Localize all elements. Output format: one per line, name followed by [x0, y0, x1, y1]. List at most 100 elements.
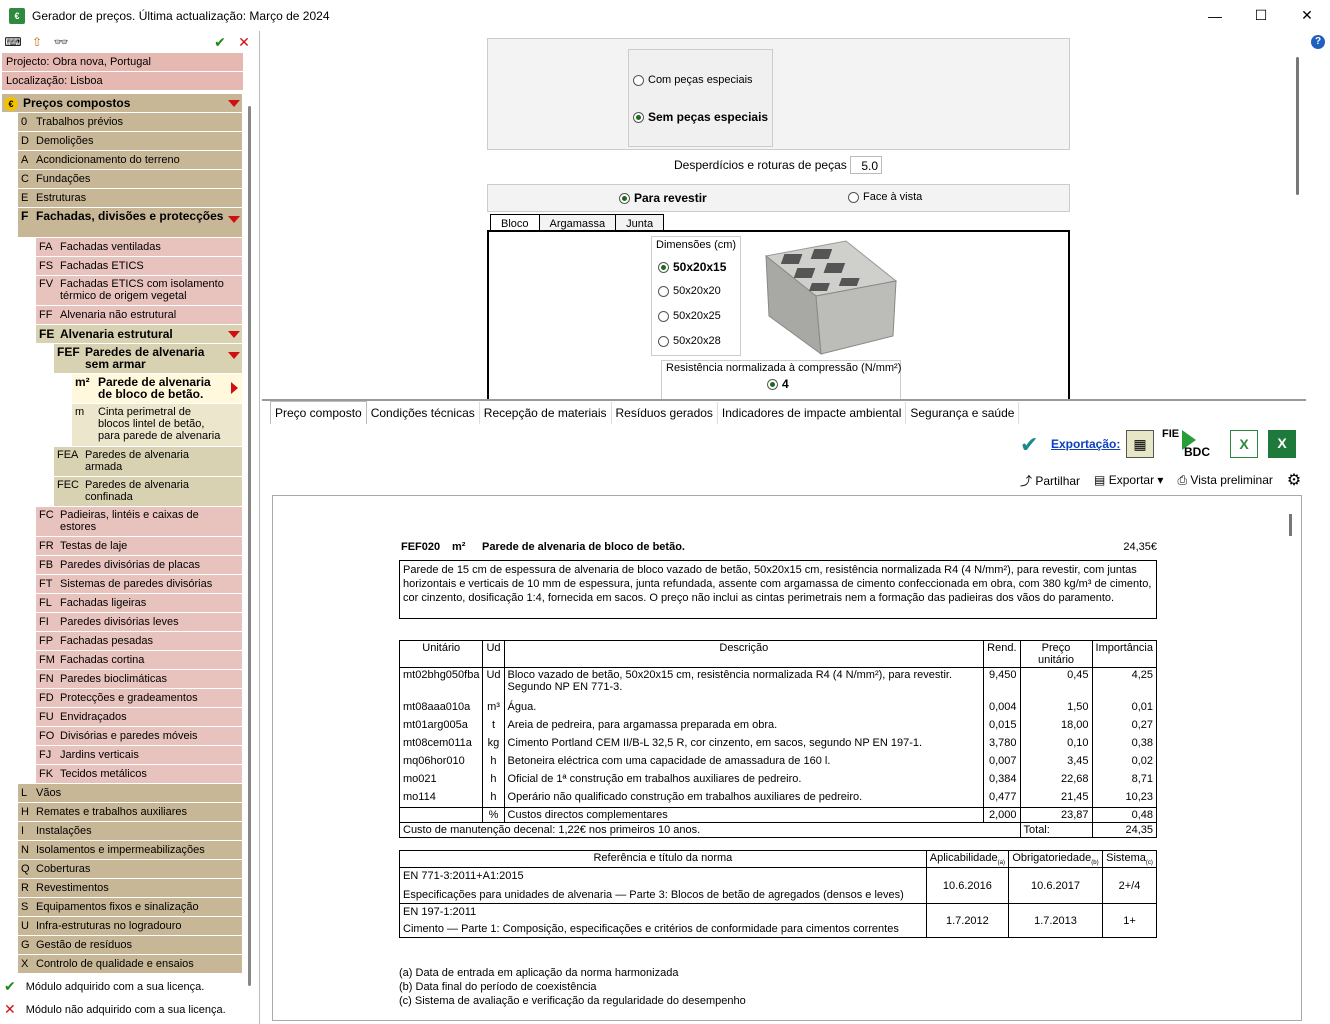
export-button[interactable]: ▤ Exportar ▾ — [1094, 473, 1163, 487]
tree-label: Coberturas — [36, 863, 91, 875]
tree-label: Envidraçados — [60, 711, 127, 723]
maximize-button[interactable]: ☐ — [1238, 0, 1284, 31]
tree-label: Alvenaria estrutural — [60, 327, 173, 341]
radio-dim-1[interactable]: 50x20x15 — [658, 260, 726, 274]
tree-item-FEA[interactable]: FEA Paredes de alvenaria armada — [54, 447, 242, 477]
tree-item-FEF[interactable]: FEF Paredes de alvenaria sem armar — [54, 344, 242, 374]
tree-chapter-C[interactable]: C Fundações — [18, 170, 242, 189]
tree-chapter-I[interactable]: I Instalações — [18, 822, 242, 841]
radio-face[interactable]: Face à vista — [848, 191, 922, 203]
collapse-icon[interactable] — [228, 352, 240, 359]
radio-with-special[interactable]: Com peças especiais — [633, 74, 753, 86]
up-level-icon[interactable]: ⇧ — [28, 34, 46, 50]
tab-composite-price[interactable]: Preço composto — [270, 401, 367, 424]
help-icon[interactable]: ? — [1311, 35, 1325, 49]
tree-item-FJ[interactable]: FJ Jardins verticais — [36, 746, 242, 765]
tree-chapter-X[interactable]: X Controlo de qualidade e ensaios — [18, 955, 242, 974]
tree-chapter-L[interactable]: L Vãos — [18, 784, 242, 803]
splitter[interactable] — [262, 399, 1306, 401]
close-button[interactable]: ✕ — [1284, 0, 1330, 31]
tree-item-FP[interactable]: FP Fachadas pesadas — [36, 632, 242, 651]
tree-item-FN[interactable]: FN Paredes bioclimáticas — [36, 670, 242, 689]
tree-chapter-F[interactable]: F Fachadas, divisões e protecções — [18, 208, 242, 238]
tree-chapter-0[interactable]: 0 Trabalhos prévios — [18, 113, 242, 132]
check-icon: ✔ — [4, 978, 16, 994]
item-description: Parede de 15 cm de espessura de alvenari… — [399, 560, 1157, 619]
waste-input[interactable]: 5.0 — [850, 156, 882, 174]
table-cell: 0,015 — [983, 717, 1021, 736]
table-cell: Oficial de 1ª construção em trabalhos au… — [503, 771, 985, 790]
tree-chapter-R[interactable]: R Revestimentos — [18, 879, 242, 898]
doc-scrollbar[interactable] — [1289, 514, 1292, 536]
collapse-icon[interactable] — [228, 100, 240, 107]
tree-label: Testas de laje — [60, 540, 128, 552]
tree-item-FI[interactable]: FI Paredes divisórias leves — [36, 613, 242, 632]
tree-chapter-Q[interactable]: Q Coberturas — [18, 860, 242, 879]
table-cell: mt02bhg050fba — [398, 667, 484, 700]
settings-icon[interactable]: ⚙ — [1287, 470, 1301, 490]
collapse-icon[interactable] — [228, 331, 240, 338]
bc3-export-icon[interactable]: ▦ — [1126, 430, 1154, 458]
tab-waste[interactable]: Resíduos gerados — [612, 402, 718, 424]
cancel-icon[interactable]: ✕ — [235, 34, 253, 50]
tree-chapter-D[interactable]: D Demolições — [18, 132, 242, 151]
waste-label: Desperdícios e roturas de peças (%) — [674, 158, 869, 172]
fie-bdc-export-icon[interactable]: FIE BDC — [1160, 428, 1224, 460]
tree-chapter-H[interactable]: H Remates e trabalhos auxiliares — [18, 803, 242, 822]
excel-alt-export-icon[interactable]: X — [1268, 430, 1296, 458]
tree-item-m[interactable]: m Cinta perimetral de blocos lintel de be… — [72, 404, 242, 447]
collapse-icon[interactable] — [228, 216, 240, 223]
table-cell: Betoneira eléctrica com uma capacidade d… — [503, 753, 985, 772]
tab-safety[interactable]: Segurança e saúde — [906, 402, 1020, 424]
tree-chapter-A[interactable]: A Acondicionamento do terreno — [18, 151, 242, 170]
tree-item-FT[interactable]: FT Sistemas de paredes divisórias — [36, 575, 242, 594]
location-label[interactable]: Localização: Lisboa — [2, 72, 243, 91]
tree-chapter-N[interactable]: N Isolamentos e impermeabilizações — [18, 841, 242, 860]
radio-resistance-4[interactable]: 4 — [767, 377, 789, 391]
radio-dim-2[interactable]: 50x20x20 — [658, 285, 721, 297]
radio-without-special[interactable]: Sem peças especiais — [633, 110, 768, 124]
norm-notes: (a) Data de entrada em aplicação da norm… — [399, 966, 746, 1008]
tab-materials-reception[interactable]: Recepção de materiais — [480, 402, 612, 424]
binoculars-icon[interactable]: 👓 — [52, 34, 70, 50]
keyboard-icon[interactable]: ⌨ — [4, 34, 22, 50]
tree-chapter-U[interactable]: U Infra-estruturas no logradouro — [18, 917, 242, 936]
tree-item-FU[interactable]: FU Envidraçados — [36, 708, 242, 727]
tree-chapter-S[interactable]: S Equipamentos fixos e sinalização — [18, 898, 242, 917]
preview-button[interactable]: ⎙ Vista preliminar — [1177, 473, 1272, 488]
tab-technical-conditions[interactable]: Condições técnicas — [367, 402, 480, 424]
tree-item-FK[interactable]: FK Tecidos metálicos — [36, 765, 242, 784]
tree-scrollbar[interactable] — [248, 106, 251, 986]
minimize-button[interactable]: — — [1192, 0, 1238, 31]
tree-item-FB[interactable]: FB Paredes divisórias de placas — [36, 556, 242, 575]
radio-render[interactable]: Para revestir — [619, 191, 707, 205]
options-scrollbar[interactable] — [1296, 57, 1299, 195]
tree-item-FS[interactable]: FS Fachadas ETICS — [36, 257, 242, 276]
tree-item-m2-selected[interactable]: m² Parede de alvenaria de bloco de betão. — [72, 374, 242, 404]
tree-item-FEC[interactable]: FEC Paredes de alvenaria confinada — [54, 477, 242, 507]
excel-export-icon[interactable]: X — [1230, 430, 1258, 458]
tree-root[interactable]: € Preços compostos — [2, 94, 242, 113]
tree-chapter-E[interactable]: E Estruturas — [18, 189, 242, 208]
radio-dim-3[interactable]: 50x20x25 — [658, 310, 721, 322]
table-cell: mt08cem011a — [398, 735, 484, 754]
tree-item-FA[interactable]: FA Fachadas ventiladas — [36, 238, 242, 257]
tree-code: FE — [39, 327, 55, 341]
tree-code: U — [21, 920, 29, 932]
tree-item-FD[interactable]: FD Protecções e gradeamentos — [36, 689, 242, 708]
tree-item-FO[interactable]: FO Divisórias e paredes móveis — [36, 727, 242, 746]
tree-item-FM[interactable]: FM Fachadas cortina — [36, 651, 242, 670]
radio-dim-4[interactable]: 50x20x28 — [658, 335, 721, 347]
tree-item-FC[interactable]: FC Padieiras, lintéis e caixas de estores — [36, 507, 242, 537]
share-button[interactable]: ⤴ Partilhar — [1020, 472, 1080, 489]
project-label[interactable]: Projecto: Obra nova, Portugal — [2, 53, 243, 72]
tree-item-FR[interactable]: FR Testas de laje — [36, 537, 242, 556]
tree-item-FF[interactable]: FF Alvenaria não estrutural — [36, 306, 242, 325]
tree-item-FL[interactable]: FL Fachadas ligeiras — [36, 594, 242, 613]
export-link[interactable]: Exportação: — [1051, 437, 1120, 451]
accept-icon[interactable]: ✔ — [211, 34, 229, 50]
tree-item-FE[interactable]: FE Alvenaria estrutural — [36, 325, 242, 344]
tab-environmental[interactable]: Indicadores de impacte ambiental — [718, 402, 907, 424]
tree-item-FV[interactable]: FV Fachadas ETICS com isolamento térmico … — [36, 276, 242, 306]
tree-chapter-G[interactable]: G Gestão de resíduos — [18, 936, 242, 955]
